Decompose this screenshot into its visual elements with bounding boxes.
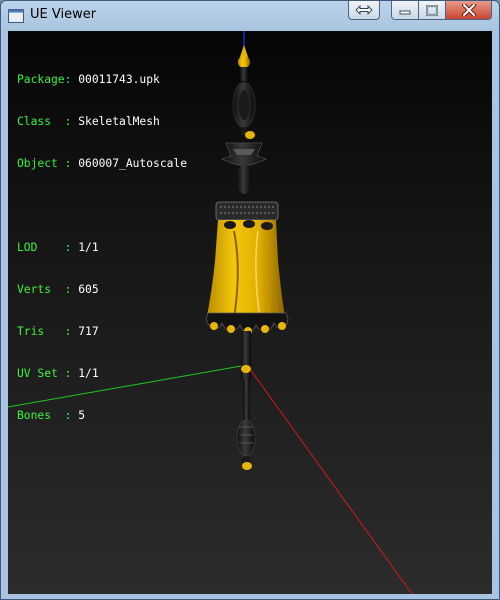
title-bar[interactable]: UE Viewer [1, 1, 499, 31]
minimize-icon [399, 10, 411, 15]
info-value: 717 [78, 325, 99, 338]
info-value: 605 [78, 283, 99, 296]
info-row-bones: Bones : 5 [17, 409, 187, 423]
info-separator: : [64, 73, 79, 86]
maximize-button[interactable] [419, 1, 446, 20]
skeletal-mesh-model [205, 45, 289, 470]
info-separator: : [64, 325, 79, 338]
double-arrow-icon [355, 5, 373, 15]
info-separator: : [64, 115, 79, 128]
info-value: 1/1 [78, 241, 99, 254]
info-row-package: Package: 00011743.upk [17, 73, 187, 87]
x-axis-line [246, 364, 413, 594]
close-icon [461, 4, 476, 16]
window-title: UE Viewer [30, 7, 97, 22]
info-row-verts: Verts : 605 [17, 283, 187, 297]
info-row-lod: LOD : 1/1 [17, 241, 187, 255]
info-row-class: Class : SkeletalMesh [17, 115, 187, 129]
info-separator: : [64, 241, 79, 254]
info-separator: : [64, 283, 79, 296]
app-window: UE Viewer Package: 00011743.upk Class: … [0, 0, 500, 600]
info-value: 5 [78, 409, 86, 422]
info-value: SkeletalMesh [78, 115, 160, 128]
info-row-object: Object : 060007_Autoscale [17, 157, 187, 171]
info-value: 060007_Autoscale [78, 157, 188, 170]
minimize-button[interactable] [391, 1, 419, 20]
info-value: 1/1 [78, 367, 99, 380]
maximize-icon [426, 4, 438, 16]
3d-viewport[interactable]: Package: 00011743.upk Class : SkeletalMe… [8, 31, 492, 594]
info-label: UV Set [17, 367, 65, 380]
info-label: LOD [17, 241, 65, 254]
info-label: Bones [17, 409, 65, 422]
info-label: Object [17, 157, 65, 170]
info-label: Tris [17, 325, 65, 338]
info-label: Package [17, 73, 65, 86]
info-separator: : [64, 157, 79, 170]
info-label: Class [17, 115, 65, 128]
restore-fullscreen-button[interactable] [348, 1, 380, 20]
info-row-uvset: UV Set : 1/1 [17, 367, 187, 381]
info-row-tris: Tris : 717 [17, 325, 187, 339]
info-label: Verts [17, 283, 65, 296]
info-separator: : [64, 409, 79, 422]
info-separator: : [64, 367, 79, 380]
app-window-icon [8, 9, 24, 23]
close-button[interactable] [446, 1, 492, 20]
info-value: 00011743.upk [78, 73, 160, 86]
mesh-info-overlay: Package: 00011743.upk Class : SkeletalMe… [17, 45, 187, 451]
